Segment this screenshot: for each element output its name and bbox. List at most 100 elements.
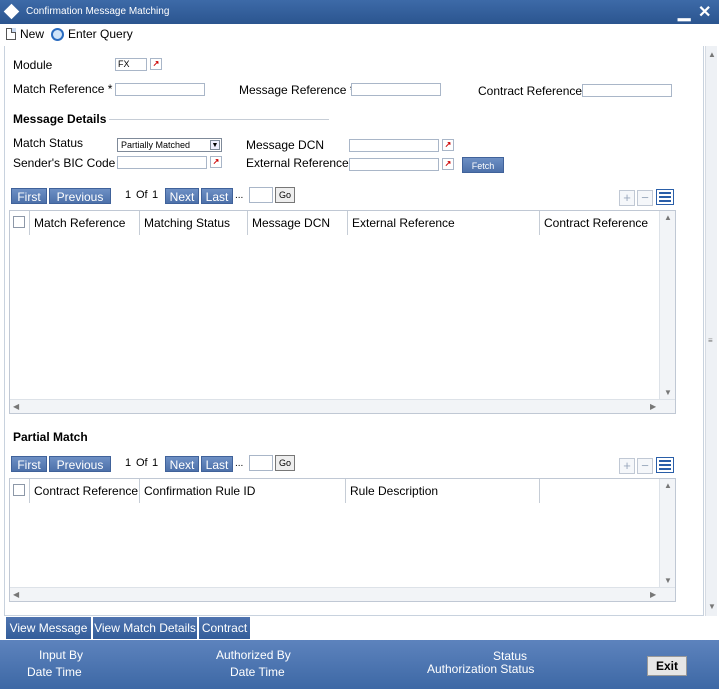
- senders-bic-lov-icon[interactable]: ↗: [210, 156, 222, 168]
- external-reference-input[interactable]: [349, 158, 439, 171]
- toolbar: New Enter Query: [0, 24, 719, 46]
- col-contract-reference-pm[interactable]: Contract Reference: [30, 479, 140, 503]
- date-time-label-1: Date Time: [27, 665, 82, 679]
- match-reference-input[interactable]: [115, 83, 205, 96]
- tab-view-message[interactable]: View Message: [6, 617, 92, 639]
- col-message-dcn[interactable]: Message DCN: [248, 211, 348, 235]
- external-reference-lov-icon[interactable]: ↗: [442, 158, 454, 170]
- partial-last-page-button[interactable]: Last: [201, 456, 233, 472]
- contract-reference-label: Contract Reference *: [478, 84, 591, 98]
- partial-previous-page-button[interactable]: Previous: [49, 456, 111, 472]
- audit-footer: Input By Date Time Authorized By Date Ti…: [0, 640, 719, 689]
- page-total: 1: [152, 189, 159, 201]
- col-external-reference[interactable]: External Reference: [348, 211, 540, 235]
- window-scroll-down-icon[interactable]: ▼: [708, 602, 716, 611]
- single-view-icon[interactable]: [656, 189, 674, 205]
- remove-row-icon[interactable]: −: [637, 190, 653, 206]
- partial-scroll-up-icon[interactable]: ▲: [664, 481, 672, 490]
- chevron-down-icon: ▼: [210, 140, 220, 150]
- partial-remove-row-icon[interactable]: −: [637, 458, 653, 474]
- window-title: Confirmation Message Matching: [26, 6, 170, 17]
- enter-query-label: Enter Query: [68, 27, 133, 41]
- scroll-up-icon[interactable]: ▲: [664, 213, 672, 222]
- scroll-right-icon[interactable]: ▶: [650, 402, 656, 411]
- message-dcn-label: Message DCN: [246, 138, 325, 152]
- go-button[interactable]: Go: [275, 187, 295, 203]
- module-label: Module: [13, 58, 53, 72]
- col-rule-description[interactable]: Rule Description: [346, 479, 540, 503]
- window-scroll-up-icon[interactable]: ▲: [708, 50, 716, 59]
- partial-page-number-input[interactable]: [249, 455, 273, 471]
- new-button[interactable]: New: [6, 27, 44, 41]
- match-status-select[interactable]: Partially Matched ▼: [117, 138, 222, 152]
- window-vertical-scrollbar[interactable]: ▲ ≡ ▼: [705, 46, 717, 616]
- match-results-table: Match Reference Matching Status Message …: [9, 210, 676, 414]
- partial-vertical-scrollbar[interactable]: ▲ ▼: [659, 479, 675, 587]
- form-panel: Module FX ↗ Match Reference * Message Re…: [4, 46, 704, 616]
- module-lov-icon[interactable]: ↗: [150, 58, 162, 70]
- partial-select-all-cell: [10, 479, 30, 503]
- partial-single-view-icon[interactable]: [656, 457, 674, 473]
- vertical-scrollbar[interactable]: ▲ ▼: [659, 211, 675, 399]
- tab-contract[interactable]: Contract: [199, 617, 251, 639]
- authorized-by-label: Authorized By: [216, 648, 291, 662]
- message-reference-label: Message Reference *: [239, 83, 355, 97]
- select-all-cell: [10, 211, 30, 235]
- fetch-button[interactable]: Fetch: [462, 157, 504, 173]
- col-contract-reference[interactable]: Contract Reference: [540, 211, 661, 235]
- partial-page-current: 1: [125, 457, 132, 469]
- partial-first-page-button[interactable]: First: [11, 456, 47, 472]
- enter-query-icon: [51, 27, 64, 41]
- col-empty: [540, 479, 661, 503]
- partial-horizontal-scrollbar[interactable]: ◀ ▶: [10, 587, 675, 601]
- tab-view-match-details[interactable]: View Match Details: [93, 617, 198, 639]
- close-button[interactable]: ✕: [698, 2, 711, 22]
- page-current: 1: [125, 189, 132, 201]
- next-page-button[interactable]: Next: [165, 188, 199, 204]
- message-reference-input[interactable]: [351, 83, 441, 96]
- senders-bic-label: Sender's BIC Code: [13, 156, 116, 170]
- col-match-reference[interactable]: Match Reference: [30, 211, 140, 235]
- page-number-input[interactable]: [249, 187, 273, 203]
- partial-add-row-icon[interactable]: +: [619, 458, 635, 474]
- first-page-button[interactable]: First: [11, 188, 47, 204]
- message-dcn-input[interactable]: [349, 139, 439, 152]
- new-label: New: [20, 27, 45, 41]
- window-title-bar: Confirmation Message Matching ▁ ✕: [0, 0, 719, 24]
- authorization-status-label: Authorization Status: [427, 662, 535, 676]
- status-label: Status: [493, 649, 528, 663]
- sub-screen-tabs: View Message View Match Details Contract: [0, 617, 719, 639]
- partial-select-all-checkbox[interactable]: [13, 484, 25, 496]
- app-diamond-icon: [3, 3, 20, 20]
- partial-next-page-button[interactable]: Next: [165, 456, 199, 472]
- module-input[interactable]: FX: [115, 58, 147, 71]
- exit-button[interactable]: Exit: [647, 656, 687, 676]
- col-matching-status[interactable]: Matching Status: [140, 211, 248, 235]
- scroll-down-icon[interactable]: ▼: [664, 388, 672, 397]
- last-page-button[interactable]: Last: [201, 188, 233, 204]
- select-all-checkbox[interactable]: [13, 216, 25, 228]
- partial-page-of: Of: [136, 457, 148, 469]
- match-status-value: Partially Matched: [121, 140, 191, 150]
- enter-query-button[interactable]: Enter Query: [51, 27, 133, 41]
- partial-page-total: 1: [152, 457, 159, 469]
- partial-scroll-left-icon[interactable]: ◀: [13, 590, 19, 599]
- new-document-icon: [6, 28, 16, 40]
- horizontal-scrollbar[interactable]: ◀ ▶: [10, 399, 675, 413]
- partial-pager-ellipsis: ...: [235, 458, 244, 469]
- message-dcn-lov-icon[interactable]: ↗: [442, 139, 454, 151]
- scroll-left-icon[interactable]: ◀: [13, 402, 19, 411]
- add-row-icon[interactable]: +: [619, 190, 635, 206]
- previous-page-button[interactable]: Previous: [49, 188, 111, 204]
- partial-scroll-down-icon[interactable]: ▼: [664, 576, 672, 585]
- partial-go-button[interactable]: Go: [275, 455, 295, 471]
- match-status-label: Match Status: [13, 136, 84, 150]
- table-header-row: Match Reference Matching Status Message …: [10, 211, 661, 235]
- contract-reference-input[interactable]: [582, 84, 672, 97]
- window-scroll-grip-icon[interactable]: ≡: [708, 336, 713, 345]
- minimize-button[interactable]: ▁: [678, 2, 690, 22]
- page-of: Of: [136, 189, 148, 201]
- col-confirmation-rule-id[interactable]: Confirmation Rule ID: [140, 479, 346, 503]
- partial-scroll-right-icon[interactable]: ▶: [650, 590, 656, 599]
- senders-bic-input[interactable]: [117, 156, 207, 169]
